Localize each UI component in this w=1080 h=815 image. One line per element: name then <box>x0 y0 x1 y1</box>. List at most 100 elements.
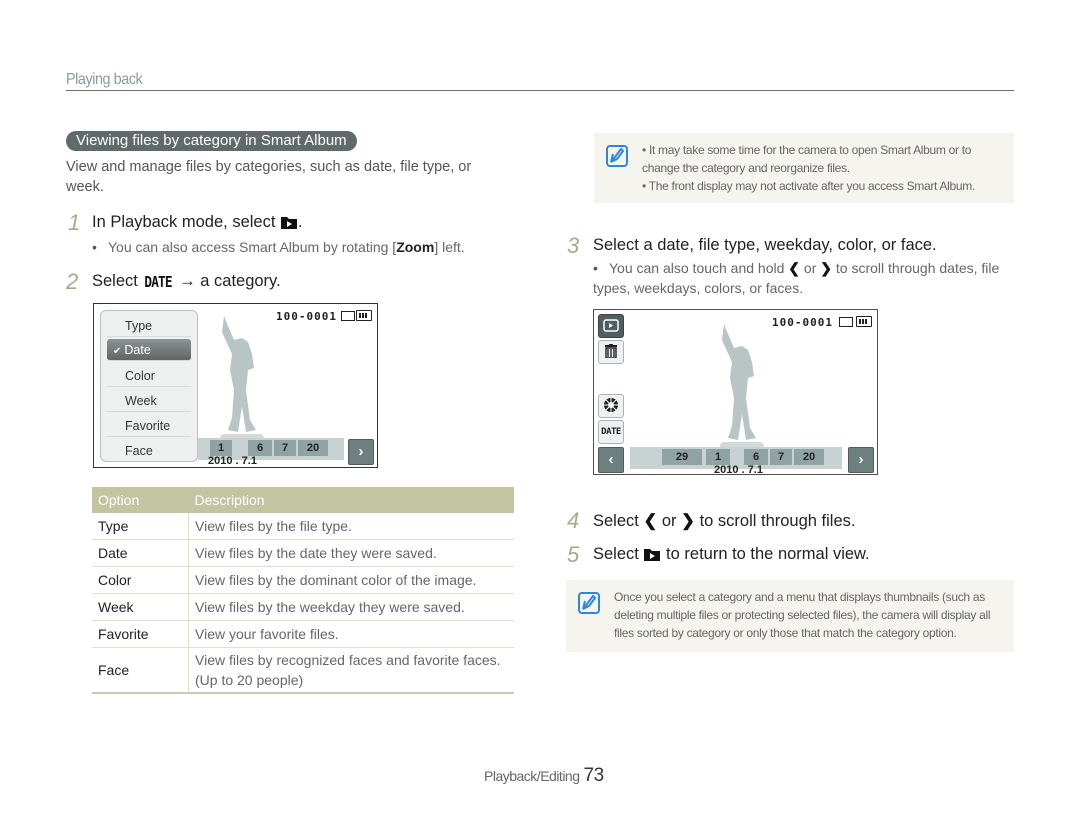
note-bullet: • It may take some time for the camera t… <box>642 143 972 175</box>
option-cell: Type <box>92 513 189 540</box>
intro-text: View and manage files by categories, suc… <box>66 159 472 195</box>
battery-icon <box>856 316 872 327</box>
check-icon: ✔ <box>113 346 122 357</box>
table-row: Week View files by the weekday they were … <box>92 593 514 621</box>
timeline-cell[interactable]: 1 <box>210 440 232 456</box>
description-cell: View files by the weekday they were save… <box>188 593 514 621</box>
previous-button[interactable]: ‹ <box>598 447 624 473</box>
timeline-cell[interactable]: 6 <box>248 440 272 456</box>
step-2-text: Select DATE → a category. <box>92 272 281 291</box>
footer-section: Playback/Editing <box>484 768 580 784</box>
step-number: 5 <box>567 542 580 567</box>
step-3-bullet: • You can also touch and hold ❮ or ❯ to s… <box>593 260 1000 296</box>
next-button[interactable]: › <box>848 447 874 473</box>
menu-item-week[interactable]: Week <box>107 390 191 412</box>
timeline-cell[interactable]: 20 <box>794 449 824 465</box>
step-5-text: Select to return to the normal view. <box>593 545 870 567</box>
current-date: 2010 . 7.1 <box>208 455 257 467</box>
timeline-cell[interactable]: 29 <box>662 449 702 465</box>
step-text-end: . <box>298 213 303 231</box>
menu-item-favorite[interactable]: Favorite <box>107 415 191 437</box>
table-header-row: Option Description <box>92 487 514 513</box>
battery-icon <box>356 310 372 321</box>
option-cell: Face <box>92 647 189 694</box>
menu-item-face[interactable]: Face <box>107 440 191 462</box>
memory-card-icon <box>341 311 355 321</box>
delete-button[interactable] <box>598 340 624 364</box>
table-row: Face View files by recognized faces and f… <box>92 647 514 694</box>
smart-album-icon <box>280 214 298 235</box>
chevron-left-icon: ❮ <box>788 260 801 276</box>
section-title: Playing back <box>66 71 143 88</box>
file-number: 100-0001 <box>276 310 337 323</box>
note-box: Once you select a category and a menu th… <box>566 580 1014 652</box>
smart-album-icon <box>643 546 661 567</box>
play-icon <box>603 319 619 332</box>
step-4-text: Select ❮ or ❯ to scroll through files. <box>593 511 855 531</box>
step-number: 1 <box>68 210 81 235</box>
timeline-cell[interactable]: 7 <box>770 449 792 465</box>
header-divider <box>66 90 1014 91</box>
bullet-text: You can also touch and hold <box>609 260 785 276</box>
description-cell: View files by the file type. <box>188 513 514 540</box>
table-row: Type View files by the file type. <box>92 513 514 540</box>
note-bullet: • The front display may not activate aft… <box>642 179 976 193</box>
step-number: 3 <box>567 233 580 258</box>
table-row: Favorite View your favorite files. <box>92 620 514 648</box>
chevron-right-icon: ❯ <box>681 512 695 530</box>
step-1-text: In Playback mode, select . <box>92 213 303 235</box>
bullet-text-or: or <box>803 260 817 276</box>
timeline-cell[interactable]: 7 <box>274 440 296 456</box>
option-cell: Color <box>92 566 189 594</box>
color-wheel-icon <box>604 398 618 412</box>
table-row: Date View files by the date they were sav… <box>92 539 514 567</box>
step-text-or: or <box>661 512 677 530</box>
page-number: 73 <box>583 765 605 786</box>
description-cell: View files by recognized faces and favor… <box>188 647 514 694</box>
next-button[interactable]: › <box>348 439 374 465</box>
camera-screen-date-view: 100-0001 DATE ‹ 29 1 6 7 20 2010 . 7.1 › <box>593 309 878 475</box>
date-category-button[interactable]: DATE <box>598 420 624 444</box>
note-box: • It may take some time for the camera t… <box>594 133 1014 203</box>
description-cell: View files by the dominant color of the … <box>188 566 514 594</box>
step-text-end: to scroll through files. <box>699 512 856 530</box>
child-silhouette-icon <box>220 316 264 446</box>
column-header-description: Description <box>188 487 514 513</box>
menu-item-type[interactable]: Type <box>107 315 191 337</box>
chevron-left-icon: ❮ <box>643 512 658 530</box>
timeline-cell[interactable]: 1 <box>706 449 730 465</box>
play-mode-button[interactable] <box>598 314 624 338</box>
note-icon <box>578 592 600 614</box>
table-row: Color View files by the dominant color of… <box>92 566 514 594</box>
color-filter-button[interactable] <box>598 394 624 418</box>
option-cell: Favorite <box>92 620 189 648</box>
description-cell: View files by the date they were saved. <box>188 539 514 567</box>
file-number: 100-0001 <box>772 316 833 329</box>
category-menu: Type ✔ Date Color Week Favorite Face <box>100 310 198 462</box>
step-text-end: to return to the normal view. <box>666 545 870 563</box>
date-icon: DATE <box>144 273 173 291</box>
step-text: Select <box>593 512 639 530</box>
description-cell: View your favorite files. <box>188 620 514 648</box>
current-date: 2010 . 7.1 <box>714 464 763 475</box>
menu-item-color[interactable]: Color <box>107 365 191 387</box>
option-cell: Date <box>92 539 189 567</box>
timeline-cell[interactable]: 20 <box>298 440 328 456</box>
chevron-right-icon: ❯ <box>820 260 832 276</box>
bullet-text-end: ] left. <box>434 239 465 255</box>
timeline-cell[interactable]: 6 <box>744 449 768 465</box>
zoom-key: Zoom <box>396 239 435 255</box>
note-text: Once you select a category and a menu th… <box>614 590 991 640</box>
step-1-bullet: • You can also access Smart Album by rota… <box>92 239 465 255</box>
step-text: Select <box>92 272 138 290</box>
options-table: Option Description Type View files by the… <box>92 487 514 694</box>
memory-icon <box>839 317 853 327</box>
page-footer: Playback/Editing 73 <box>484 765 604 787</box>
step-3-text: Select a date, file type, weekday, color… <box>593 236 937 254</box>
menu-item-date[interactable]: ✔ Date <box>107 339 191 361</box>
step-number: 2 <box>66 269 79 294</box>
camera-screen-category-menu: 100-0001 Type ✔ Date Color Week Favorite … <box>93 303 378 468</box>
step-text: Select <box>593 545 639 563</box>
step-text: In Playback mode, select <box>92 213 276 231</box>
child-silhouette-icon <box>720 324 764 454</box>
